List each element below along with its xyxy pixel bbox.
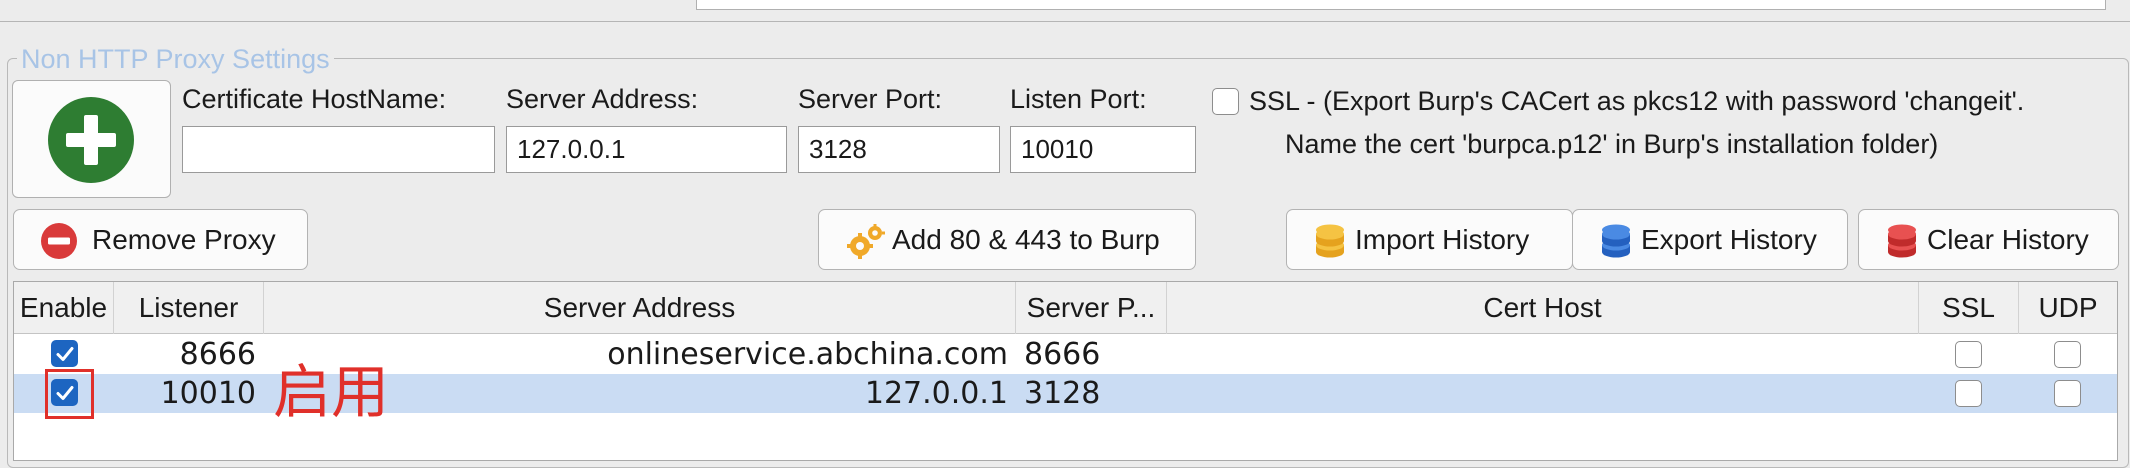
gears-icon <box>847 224 885 259</box>
listen-port-label: Listen Port: <box>1010 84 1147 114</box>
add-80-443-label: Add 80 & 443 to Burp <box>892 224 1160 255</box>
annotation-label: 启用 <box>273 358 390 426</box>
minus-circle-icon <box>41 223 77 259</box>
column-header-server-address[interactable]: Server Address <box>264 282 1016 334</box>
export-history-label: Export History <box>1641 224 1817 255</box>
listener-cell: 8666 <box>179 337 256 372</box>
ssl-checkbox[interactable] <box>1955 341 1982 368</box>
import-history-label: Import History <box>1355 224 1530 255</box>
server-port-input[interactable] <box>798 126 1000 173</box>
udp-checkbox[interactable] <box>2054 341 2081 368</box>
annotation-highlight-box <box>45 369 94 419</box>
cert-hostname-input[interactable] <box>182 126 495 173</box>
column-header-cert-host[interactable]: Cert Host <box>1167 282 1919 334</box>
remove-proxy-label: Remove Proxy <box>92 224 276 255</box>
server-port-cell: 8666 <box>1024 337 1101 372</box>
table-header: Enable Listener Server Address Server P.… <box>14 282 2117 334</box>
group-title: Non HTTP Proxy Settings <box>17 43 334 75</box>
column-header-listener[interactable]: Listener <box>114 282 264 334</box>
ssl-label-line2: Name the cert 'burpca.p12' in Burp's ins… <box>1285 129 1939 159</box>
clear-history-label: Clear History <box>1927 224 2089 255</box>
server-port-label: Server Port: <box>798 84 943 114</box>
udp-checkbox[interactable] <box>2054 380 2081 407</box>
column-header-ssl[interactable]: SSL <box>1919 282 2019 334</box>
column-header-server-port[interactable]: Server P... <box>1016 282 1167 334</box>
export-history-button[interactable]: Export History <box>1572 209 1848 270</box>
clear-history-button[interactable]: Clear History <box>1858 209 2119 270</box>
add-80-443-button[interactable]: Add 80 & 443 to Burp <box>818 209 1196 270</box>
ssl-label-line1: SSL - (Export Burp's CACert as pkcs12 wi… <box>1249 86 2025 116</box>
database-icon <box>1602 224 1630 258</box>
enable-checkbox[interactable] <box>51 340 78 367</box>
column-header-udp[interactable]: UDP <box>2019 282 2117 334</box>
server-port-cell: 3128 <box>1024 376 1101 411</box>
database-icon <box>1888 224 1916 258</box>
previous-panel-area <box>696 0 2106 10</box>
column-header-enable[interactable]: Enable <box>14 282 114 334</box>
server-address-label: Server Address: <box>506 84 699 114</box>
ssl-checkbox[interactable] <box>1955 380 1982 407</box>
add-proxy-button[interactable] <box>12 80 171 198</box>
import-history-button[interactable]: Import History <box>1286 209 1573 270</box>
server-address-input[interactable] <box>506 126 787 173</box>
plus-circle-icon <box>48 97 134 183</box>
database-icon <box>1316 224 1344 258</box>
listen-port-input[interactable] <box>1010 126 1196 173</box>
listener-cell: 10010 <box>160 376 256 411</box>
remove-proxy-button[interactable]: Remove Proxy <box>13 209 308 270</box>
ssl-checkbox[interactable] <box>1212 88 1239 115</box>
cert-hostname-label: Certificate HostName: <box>182 84 447 114</box>
